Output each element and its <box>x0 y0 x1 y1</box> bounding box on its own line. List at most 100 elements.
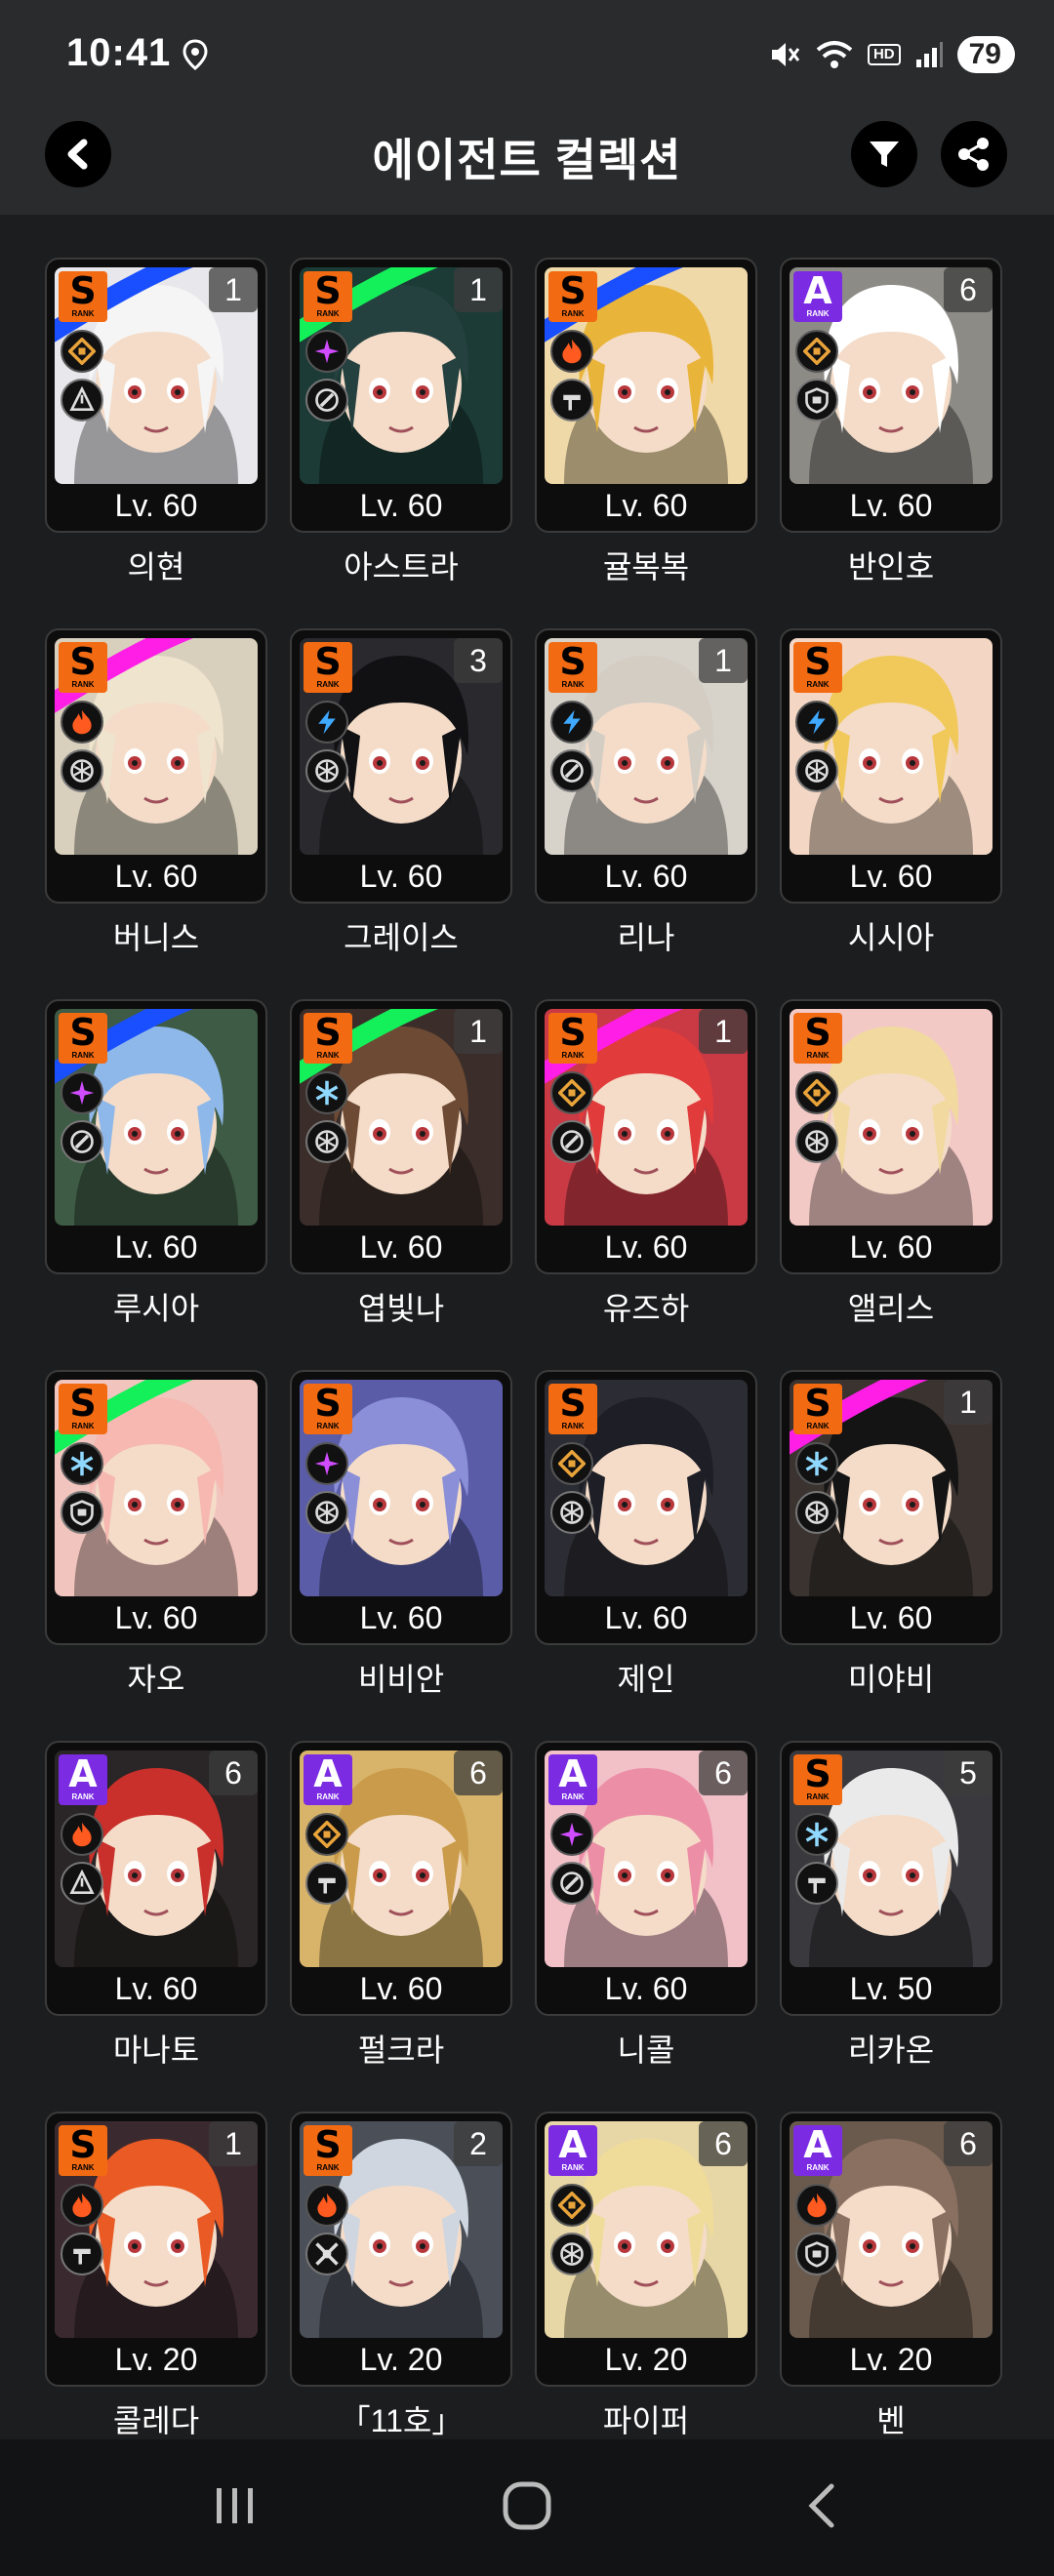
filter-button[interactable] <box>851 121 917 187</box>
agent-card[interactable]: A RANK 6 Lv. 60 펄크라 <box>290 1741 512 2068</box>
signal-icon <box>915 42 943 67</box>
specialty-badge <box>795 2233 838 2275</box>
rank-letter: A <box>558 2123 588 2166</box>
home-icon[interactable] <box>502 2480 552 2531</box>
agent-card[interactable]: S RANK 1 Lv. 60 리나 <box>535 628 757 955</box>
rank-letter: S <box>314 640 342 683</box>
agent-card-frame: S RANK 5 Lv. 50 <box>780 1741 1002 2016</box>
agent-card[interactable]: A RANK 6 Lv. 20 벤 <box>780 2112 1002 2438</box>
agent-card[interactable]: A RANK 6 Lv. 60 니콜 <box>535 1741 757 2068</box>
agent-card[interactable]: S RANK Lv. 60 귤복복 <box>535 258 757 584</box>
attribute-badge <box>550 330 593 373</box>
agent-card[interactable]: S RANK Lv. 60 자오 <box>45 1370 267 1697</box>
agent-name: 제인 <box>617 1662 675 1697</box>
rank-letter: A <box>803 269 832 312</box>
agent-card[interactable]: S RANK 3 Lv. 60 그레이스 <box>290 628 512 955</box>
agent-card[interactable]: A RANK 6 Lv. 60 반인호 <box>780 258 1002 584</box>
mindscape-count: 5 <box>944 1751 993 1795</box>
agent-card[interactable]: S RANK 2 Lv. 20 「11호」 <box>290 2112 512 2438</box>
electric-icon <box>808 709 826 735</box>
agent-card-frame: S RANK Lv. 60 <box>45 999 267 1274</box>
wifi-icon <box>816 41 853 68</box>
attribute-badge <box>61 1442 103 1485</box>
rank-label: RANK <box>806 680 830 689</box>
rank-label: RANK <box>561 309 585 318</box>
physical-icon <box>558 1450 586 1477</box>
support-icon <box>560 759 584 783</box>
rank-badge: S RANK <box>304 2125 352 2176</box>
stun-icon <box>563 394 581 411</box>
agent-card[interactable]: S RANK 5 Lv. 50 리카온 <box>780 1741 1002 2068</box>
agent-card-frame: S RANK Lv. 60 <box>780 628 1002 904</box>
specialty-badge <box>305 2233 348 2275</box>
agent-card[interactable]: S RANK 1 Lv. 60 유즈하 <box>535 999 757 1326</box>
agent-card[interactable]: S RANK 1 Lv. 20 콜레다 <box>45 2112 267 2438</box>
location-icon <box>182 39 208 70</box>
defense-icon <box>805 387 829 414</box>
agent-card[interactable]: S RANK 1 Lv. 60 의현 <box>45 258 267 584</box>
specialty-badge <box>795 1862 838 1905</box>
hd-voice-icon: HD <box>867 44 901 65</box>
agent-card[interactable]: A RANK 6 Lv. 20 파이퍼 <box>535 2112 757 2438</box>
rank-badge: S RANK <box>304 642 352 693</box>
agent-level: Lv. 60 <box>604 1600 688 1635</box>
agent-card-frame: A RANK 6 Lv. 20 <box>535 2112 757 2387</box>
rank-letter: S <box>69 1011 97 1054</box>
mindscape-count: 6 <box>699 1751 748 1795</box>
agent-level: Lv. 60 <box>114 488 198 523</box>
agent-name: 펄크라 <box>357 2033 445 2068</box>
anomaly-icon <box>315 1130 339 1153</box>
mindscape-count: 3 <box>454 638 503 683</box>
rank-badge: S RANK <box>59 1384 107 1434</box>
rank-letter: S <box>69 1382 97 1425</box>
agent-collection-scroll[interactable]: S RANK 1 Lv. 60 의현 S RANK 1 Lv. 60 아스트라 S RANK Lv.… <box>0 215 1054 2439</box>
fire-icon <box>72 1822 92 1847</box>
agent-card[interactable]: S RANK Lv. 60 비비안 <box>290 1370 512 1697</box>
rank-label: RANK <box>316 1051 340 1060</box>
mindscape-count: 6 <box>944 267 993 312</box>
rank-label: RANK <box>316 309 340 318</box>
agent-card[interactable]: S RANK Lv. 60 시시아 <box>780 628 1002 955</box>
back-icon[interactable] <box>796 2480 847 2531</box>
rank-label: RANK <box>71 309 95 318</box>
specialty-badge <box>61 379 103 422</box>
share-button[interactable] <box>941 121 1007 187</box>
mindscape-count: 1 <box>209 2121 258 2166</box>
agent-name: 앨리스 <box>847 1291 935 1326</box>
rank-letter: S <box>69 640 97 683</box>
agent-card[interactable]: S RANK 1 Lv. 60 아스트라 <box>290 258 512 584</box>
attribute-badge <box>795 1442 838 1485</box>
rank-badge: A RANK <box>548 1754 597 1805</box>
specialty-badge <box>305 749 348 792</box>
physical-icon <box>803 1079 831 1107</box>
fire-icon <box>562 339 582 364</box>
agent-card[interactable]: S RANK 1 Lv. 60 미야비 <box>780 1370 1002 1697</box>
rank-label: RANK <box>71 1422 95 1430</box>
status-icons: HD 79 <box>768 33 1015 76</box>
recent-apps-icon[interactable] <box>209 2480 260 2531</box>
rank-letter: S <box>559 1011 587 1054</box>
rank-badge: A RANK <box>793 2125 842 2176</box>
agent-name: 리카온 <box>847 2033 935 2068</box>
agent-card[interactable]: A RANK 6 Lv. 60 마나토 <box>45 1741 267 2068</box>
agent-name: 루시아 <box>112 1291 200 1326</box>
ice-icon <box>805 1822 829 1847</box>
attribute-badge <box>61 701 103 744</box>
agent-card-frame: A RANK 6 Lv. 20 <box>780 2112 1002 2387</box>
agent-card[interactable]: S RANK Lv. 60 루시아 <box>45 999 267 1326</box>
agent-card-frame: S RANK 1 Lv. 60 <box>290 258 512 533</box>
agent-level: Lv. 60 <box>849 1600 933 1635</box>
agent-level: Lv. 20 <box>604 2342 688 2377</box>
agent-card[interactable]: S RANK 1 Lv. 60 엽빛나 <box>290 999 512 1326</box>
rank-label: RANK <box>561 2163 585 2172</box>
specialty-badge <box>61 1491 103 1534</box>
rank-label: RANK <box>806 1051 830 1060</box>
agent-card[interactable]: S RANK Lv. 60 앨리스 <box>780 999 1002 1326</box>
rank-badge: S RANK <box>59 2125 107 2176</box>
agent-card[interactable]: S RANK Lv. 60 버니스 <box>45 628 267 955</box>
agent-name: 시시아 <box>847 920 935 955</box>
mindscape-count: 1 <box>699 1009 748 1054</box>
agent-card[interactable]: S RANK Lv. 60 제인 <box>535 1370 757 1697</box>
attribute-badge <box>795 1813 838 1856</box>
fire-icon <box>72 2193 92 2218</box>
